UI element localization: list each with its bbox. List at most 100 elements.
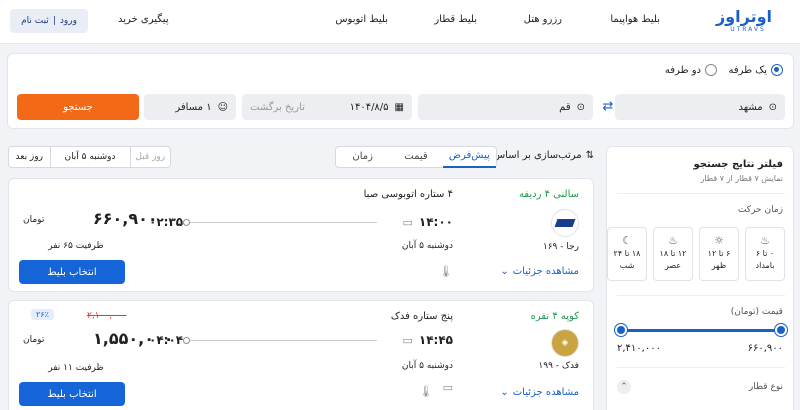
price-max-label: ۲,۴۱۰,۰۰۰ — [617, 343, 661, 354]
train-number: فدک - ۱۹۹ — [538, 361, 579, 371]
chevron-down-icon: ⌄ — [500, 387, 509, 398]
origin-field[interactable]: ⊙ مشهد — [615, 94, 785, 120]
raja-logo-icon — [551, 209, 579, 237]
monitor-icon: ▭ — [442, 381, 453, 394]
logo-text: اوتراوز — [715, 7, 772, 26]
departure-time: ۱۴:۴۵ ▭ — [402, 333, 453, 347]
sort-label: ⇅ مرتب‌سازی بر اساس: — [490, 150, 594, 161]
time-slot-label: شب — [619, 261, 635, 270]
route-end-dot — [183, 219, 190, 226]
swap-icon[interactable]: ⇄ — [600, 99, 616, 115]
travel-date: دوشنبه ۵ آبان — [401, 361, 453, 371]
train-icon: ▭ — [402, 215, 413, 229]
ticket-price: ۱,۵۵۰,۰۰۰ — [93, 329, 174, 348]
route-line — [187, 340, 377, 341]
wagon-type: سالنی ۴ ردیفه — [518, 189, 579, 200]
radio-checked-icon — [771, 64, 783, 76]
location-pin-icon: ⊙ — [768, 101, 777, 113]
current-day: دوشنبه ۵ آبان — [64, 152, 116, 162]
filter-subtitle: نمایش ۷ قطار از ۷ قطار — [700, 174, 784, 183]
divider — [617, 193, 785, 194]
price-slider-track[interactable] — [621, 329, 781, 332]
time-slot-range: ۶ تا ۱۲ — [707, 249, 731, 258]
round-trip-label: دو طرفه — [664, 64, 701, 76]
chevron-up-icon[interactable]: ⌃ — [617, 380, 631, 394]
register-label: ثبت نام — [21, 16, 49, 26]
login-register-button[interactable]: ورود | ثبت نام — [10, 9, 88, 33]
prev-day-button[interactable]: روز قبل — [130, 147, 170, 167]
sort-options: پیش‌فرض قیمت زمان — [335, 146, 497, 168]
thermometer-icon: 🌡 — [439, 265, 453, 278]
train-type-filter-title: نوع قطار — [748, 382, 783, 392]
filter-sidebar: فیلتر نتایج جستجو نمایش ۷ قطار از ۷ قطار… — [606, 146, 794, 410]
result-card: سالنی ۴ ردیفه ۴ ستاره اتوبوسی صبا رجا - … — [8, 178, 594, 292]
destination-value: قم — [559, 101, 571, 113]
time-slot-label: عصر — [664, 261, 682, 270]
filter-title: فیلتر نتایج جستجو — [693, 159, 783, 170]
nav-train[interactable]: بلیط قطار — [434, 14, 477, 25]
login-label: ورود — [59, 16, 77, 26]
return-date-placeholder[interactable]: تاریخ برگشت — [250, 102, 305, 113]
select-ticket-button[interactable]: انتخاب بلیط — [19, 260, 125, 284]
day-navigation: روز قبل دوشنبه ۵ آبان روز بعد — [8, 146, 171, 168]
departure-time-value: ۱۴:۰۰ — [418, 215, 453, 229]
time-slot-night[interactable]: ☾ ۱۸ تا ۲۴ شب — [607, 227, 647, 281]
details-link[interactable]: مشاهده جزئیات ⌄ — [500, 387, 579, 398]
wagon-type: کوپه ۴ نفره — [530, 311, 579, 322]
select-ticket-button[interactable]: انتخاب بلیط — [19, 382, 125, 406]
nav-flight[interactable]: بلیط هواپیما — [610, 14, 660, 25]
capacity-label: ظرفیت ۶۵ نفر — [48, 241, 104, 251]
round-trip-radio[interactable]: دو طرفه — [665, 64, 717, 76]
time-slot-afternoon[interactable]: ♨ ۱۲ تا ۱۸ عصر — [653, 227, 693, 281]
search-panel: یک طرفه دو طرفه ⊙ مشهد ⇄ ⊙ قم ▦ ۱۴۰۴/۸/۵… — [7, 53, 794, 129]
details-link[interactable]: مشاهده جزئیات ⌄ — [500, 266, 579, 277]
track-order-link[interactable]: پیگیری خرید — [118, 14, 169, 25]
time-slot-noon[interactable]: ☼ ۶ تا ۱۲ ظهر — [699, 227, 739, 281]
ticket-price: ۶۶۰,۹۰۰ — [93, 209, 158, 228]
depart-date-field[interactable]: ▦ ۱۴۰۴/۸/۵ تاریخ برگشت — [242, 94, 412, 120]
departure-time-value: ۱۴:۴۵ — [418, 333, 453, 347]
discount-badge: ۲۶٪ — [31, 309, 54, 320]
price-slider-min-knob[interactable] — [615, 324, 627, 336]
chevron-down-icon: ⌄ — [500, 266, 509, 277]
sunrise-icon: ♨ — [760, 234, 770, 247]
price-filter-title: قیمت (تومان) — [730, 307, 783, 317]
destination-field[interactable]: ⊙ قم — [418, 94, 593, 120]
departure-time: ۱۴:۰۰ ▭ — [402, 215, 453, 229]
price-slider-max-knob[interactable] — [775, 324, 787, 336]
route-end-dot — [183, 337, 190, 344]
fadak-logo-icon: ◈ — [551, 329, 579, 357]
next-day-button[interactable]: روز بعد — [9, 147, 50, 167]
result-card: کوپه ۴ نفره پنج ستاره فدک ◈ فدک - ۱۹۹ ۲۶… — [8, 300, 594, 410]
time-slot-dawn[interactable]: ♨ ۰ تا ۶ بامداد — [745, 227, 785, 281]
train-number: رجا - ۱۶۹ — [542, 242, 579, 252]
time-slot-range: ۱۸ تا ۲۴ — [613, 249, 641, 258]
price-min-label: ۶۶۰,۹۰۰ — [747, 343, 783, 354]
capacity-label: ظرفیت ۱۱ نفر — [48, 363, 104, 373]
train-name: پنج ستاره فدک — [390, 311, 453, 322]
logo-subtext: UTRAVS — [730, 26, 766, 33]
details-label: مشاهده جزئیات — [512, 266, 579, 277]
thermometer-icon: 🌡 — [419, 385, 433, 398]
nav-hotel[interactable]: رزرو هتل — [524, 14, 562, 25]
train-name: ۴ ستاره اتوبوسی صبا — [363, 189, 453, 200]
depart-date-value: ۱۴۰۴/۸/۵ — [349, 101, 389, 113]
time-slot-range: ۰ تا ۶ — [755, 249, 775, 258]
divider — [617, 367, 785, 368]
currency-label: تومان — [23, 215, 45, 225]
one-way-radio[interactable]: یک طرفه — [728, 64, 783, 76]
divider — [49, 147, 51, 167]
passengers-field[interactable]: ☺ ۱ مسافر — [144, 94, 236, 120]
time-slot-label: بامداد — [755, 261, 775, 270]
sort-time-tab[interactable]: زمان — [336, 147, 389, 167]
sun-icon: ☼ — [714, 234, 724, 247]
sort-price-tab[interactable]: قیمت — [389, 147, 442, 167]
time-slot-range: ۱۲ تا ۱۸ — [659, 249, 687, 258]
currency-label: تومان — [23, 335, 45, 345]
train-icon: ▭ — [402, 333, 413, 347]
search-button[interactable]: جستجو — [17, 94, 139, 120]
nav-bus[interactable]: بلیط اتوبوس — [335, 14, 388, 25]
sort-default-tab[interactable]: پیش‌فرض — [442, 146, 496, 168]
logo[interactable]: اوتراوز UTRAVS — [715, 7, 772, 36]
location-pin-icon: ⊙ — [576, 101, 585, 113]
